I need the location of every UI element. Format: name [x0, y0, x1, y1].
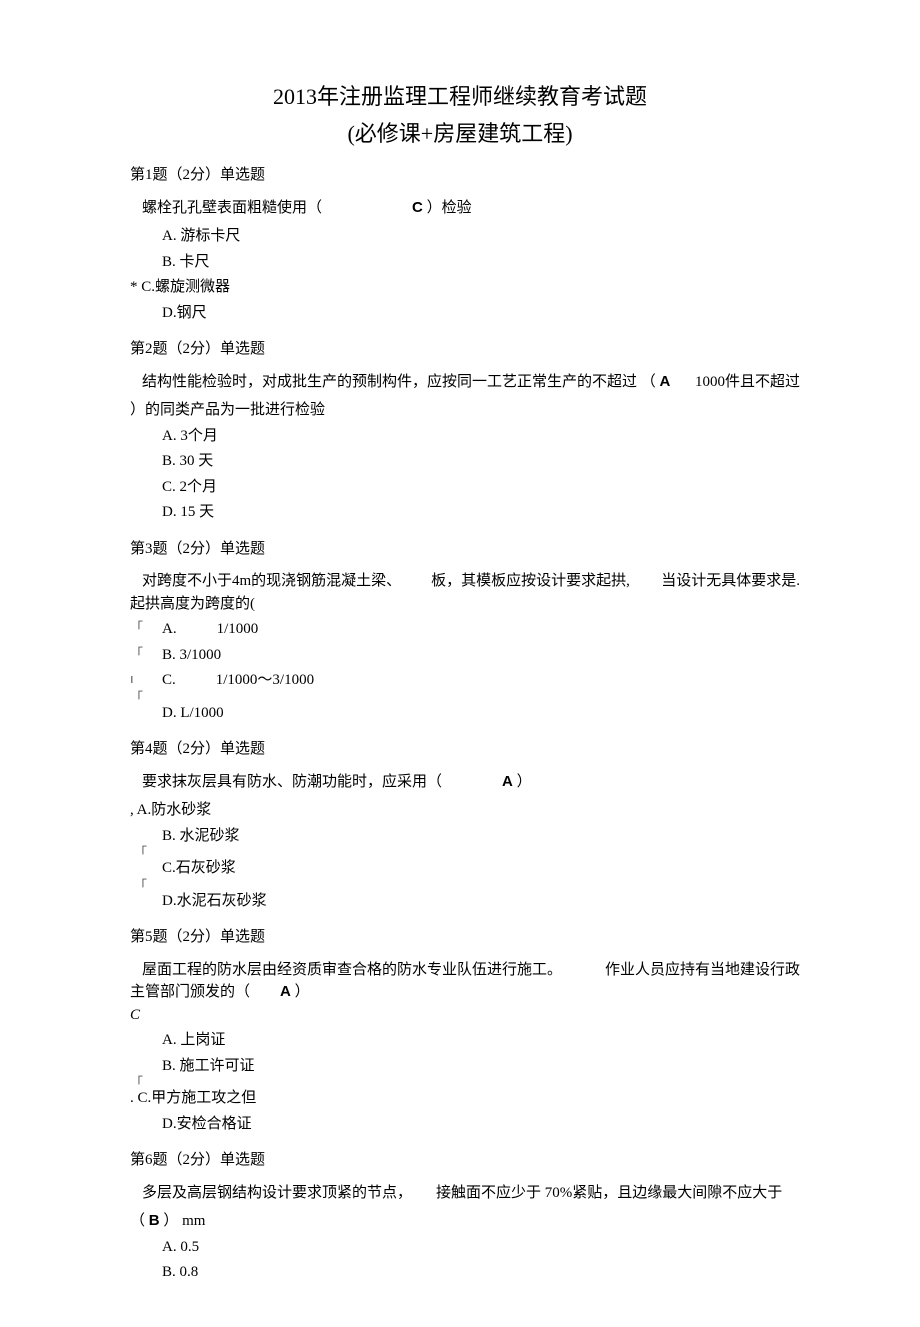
q4-stem-b: ） [517, 774, 532, 790]
q1-stem-b: ）检验 [427, 200, 472, 216]
q3-stem-wrap: 对跨度不小于4m的现浇钢筋混凝土梁、板，其模板应按设计要求起拱, 当设计无具体要… [130, 570, 790, 615]
q3-header: 第3题（2分）单选题 [130, 538, 790, 561]
q4-opt-c-text: C.石灰砂浆 [162, 860, 236, 876]
q1-stem: 螺栓孔孔壁表面粗糙使用（ C ）检验 [142, 197, 790, 220]
q4-opt-b[interactable]: B. 水泥砂浆 [162, 825, 790, 848]
q1-opt-b[interactable]: B. 卡尺 [162, 251, 790, 274]
q1-opt-a[interactable]: A. 游标卡尺 [162, 225, 790, 248]
q4-opt-a[interactable]: , A.防水砂浆 [130, 799, 790, 822]
q3-opt-a-label: A. [162, 621, 177, 637]
exam-title: 2013年注册监理工程师继续教育考试题 [130, 80, 790, 113]
radio-icon: 「 [134, 843, 147, 863]
q4-options: , A.防水砂浆 B. 水泥砂浆 「C.石灰砂浆 「D.水泥石灰砂浆 [130, 799, 790, 912]
q4-stem: 要求抹灰层具有防水、防潮功能时，应采用（ A ） [142, 771, 790, 794]
q4-answer: A [502, 773, 513, 790]
q2-opt-b[interactable]: B. 30 天 [162, 450, 790, 473]
q3-opt-d-text: D. L/1000 [162, 705, 224, 721]
q5-opt-d[interactable]: D.安检合格证 [162, 1113, 790, 1136]
q5-stem-a: 屋面工程的防水层由经资质审查合格的防水专业队伍进行施工。 [142, 962, 562, 978]
q5-stem-b: 作业人员应持有当地建设行政 [605, 959, 800, 982]
q6-opt-b[interactable]: B. 0.8 [162, 1261, 790, 1284]
q4-header: 第4题（2分）单选题 [130, 738, 790, 761]
q3-opt-b[interactable]: 「B. 3/1000 [162, 644, 790, 667]
q6-stem-d: ） mm [163, 1213, 205, 1229]
q5-header: 第5题（2分）单选题 [130, 926, 790, 949]
q6-stem-a: 多层及高层钢结构设计要求顶紧的节点， [142, 1185, 412, 1201]
radio-icon: 「 [130, 1073, 143, 1093]
q1-opt-d[interactable]: D.钢尺 [162, 302, 790, 325]
q6-stem-c: （ [130, 1213, 145, 1229]
q5-float-c: C [130, 1004, 790, 1027]
q3-stem-b: 板，其模板应按设计要求起拱, [431, 573, 630, 589]
q2-stem-a: 结构性能检验时，对成批生产的预制构件，应按同一工艺正常生产的不超过 （ [142, 374, 656, 390]
q5-stem-d: ） [295, 984, 310, 1000]
q2-opt-c[interactable]: C. 2个月 [162, 476, 790, 499]
q3-opt-c[interactable]: ıC.1/1000～3/1000 [162, 669, 790, 692]
q1-header: 第1题（2分）单选题 [130, 164, 790, 187]
q3-opt-a-val: 1/1000 [217, 621, 259, 637]
q2-answer: A [660, 373, 671, 390]
q3-stem-c: 当设计无具体要求是. [661, 570, 800, 593]
q5-opt-c[interactable]: 「. C.甲方施工攻之但 [130, 1087, 790, 1110]
q2-opt-a[interactable]: A. 3个月 [162, 425, 790, 448]
q5-opt-a[interactable]: A. 上岗证 [162, 1029, 790, 1052]
radio-icon: 「 [130, 644, 143, 664]
q1-stem-a: 螺栓孔孔壁表面粗糙使用（ [142, 200, 322, 216]
q2-options: A. 3个月 B. 30 天 C. 2个月 D. 15 天 [162, 425, 790, 524]
q4-opt-c[interactable]: 「C.石灰砂浆 [162, 857, 790, 880]
q1-opt-c[interactable]: * C.螺旋测微器 [130, 276, 790, 299]
q3-opt-c-val: 1/1000～3/1000 [216, 672, 314, 688]
q3-options: 「A.1/1000 「B. 3/1000 ıC.1/1000～3/1000 「D… [162, 618, 790, 724]
q6-opt-a[interactable]: A. 0.5 [162, 1236, 790, 1259]
q6-stem-line1: 多层及高层钢结构设计要求顶紧的节点， 接触面不应少于 70%紧贴，且边缘最大间隙不… [142, 1182, 790, 1205]
radio-icon: ı [130, 669, 134, 689]
q3-stem-a: 对跨度不小于4m的现浇钢筋混凝土梁、 [142, 573, 401, 589]
q2-header: 第2题（2分）单选题 [130, 338, 790, 361]
radio-icon: 「 [130, 688, 143, 708]
q3-opt-c-label: C. [162, 672, 176, 688]
q2-opt-d[interactable]: D. 15 天 [162, 501, 790, 524]
radio-icon: 「 [130, 618, 143, 638]
q2-stem-wrap: 结构性能检验时，对成批生产的预制构件，应按同一工艺正常生产的不超过 （ A 10… [130, 371, 790, 422]
q6-options: A. 0.5 B. 0.8 [162, 1236, 790, 1284]
q5-options: A. 上岗证 B. 施工许可证 「. C.甲方施工攻之但 D.安检合格证 [162, 1029, 790, 1135]
q1-options: A. 游标卡尺 B. 卡尺 * C.螺旋测微器 D.钢尺 [162, 225, 790, 324]
q5-stem-c: 主管部门颁发的（ [130, 984, 250, 1000]
q3-opt-b-text: B. 3/1000 [162, 647, 221, 663]
q3-opt-d[interactable]: 「D. L/1000 [162, 702, 790, 725]
q3-stem-d: 起拱高度为跨度的( [130, 593, 790, 616]
q6-header: 第6题（2分）单选题 [130, 1149, 790, 1172]
q5-opt-c-text: . C.甲方施工攻之但 [130, 1090, 256, 1106]
q5-stem-wrap: 屋面工程的防水层由经资质审查合格的防水专业队伍进行施工。 作业人员应持有当地建设… [130, 959, 790, 1027]
q1-answer: C [412, 199, 423, 216]
q2-stem: 结构性能检验时，对成批生产的预制构件，应按同一工艺正常生产的不超过 （ A [142, 371, 790, 394]
radio-icon: 「 [134, 876, 147, 896]
q5-answer: A [280, 983, 291, 1000]
q5-opt-b[interactable]: B. 施工许可证 [162, 1055, 790, 1078]
q6-stem-line2: （ B ） mm [130, 1210, 790, 1233]
q2-stem-line2: ）的同类产品为一批进行检验 [130, 399, 790, 422]
q3-opt-a[interactable]: 「A.1/1000 [162, 618, 790, 641]
q4-opt-d[interactable]: 「D.水泥石灰砂浆 [162, 890, 790, 913]
q4-opt-d-text: D.水泥石灰砂浆 [162, 893, 267, 909]
q6-stem-b: 接触面不应少于 70%紧贴，且边缘最大间隙不应大于 [436, 1185, 782, 1201]
q5-stem-line2: 主管部门颁发的（ A ） [130, 981, 790, 1004]
q2-note: 1000件且不超过 [695, 371, 800, 394]
q6-answer: B [149, 1212, 160, 1229]
exam-subtitle: (必修课+房屋建筑工程) [130, 117, 790, 150]
q4-stem-a: 要求抹灰层具有防水、防潮功能时，应采用（ [142, 774, 442, 790]
